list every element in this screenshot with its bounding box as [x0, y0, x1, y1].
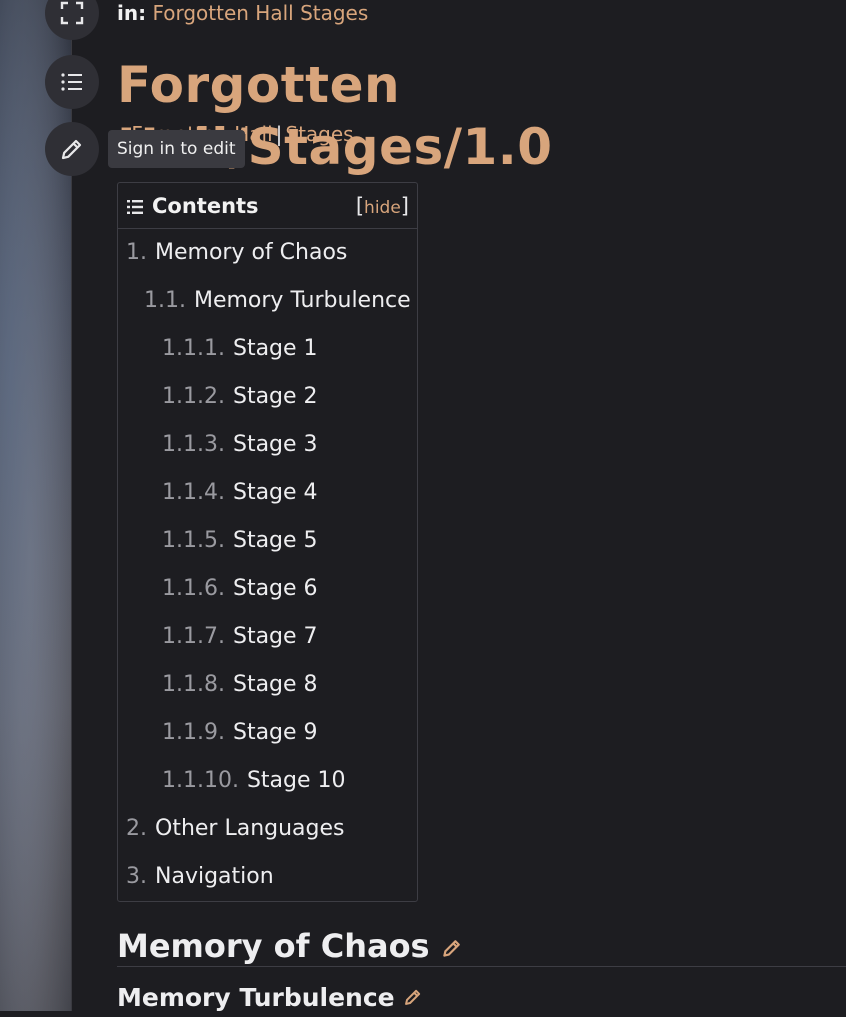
toc-label: Navigation: [155, 864, 274, 889]
toc-number: 1.1.8.: [162, 672, 225, 697]
toc-label: Stage 4: [232, 480, 318, 505]
list-icon: [61, 73, 82, 91]
section-heading-text: Memory of Chaos: [117, 927, 430, 965]
toc-label: Stage 1: [232, 336, 318, 361]
toc-number: 1.1.: [144, 288, 186, 313]
toc-number: 1.1.1.: [162, 336, 225, 361]
subsection-heading-text: Memory Turbulence: [117, 983, 395, 1012]
toc-label: Stage 9: [232, 720, 318, 745]
toc-item[interactable]: 1.1.7. Stage 7: [162, 622, 318, 652]
subsection-edit-button[interactable]: [403, 981, 423, 1017]
edit-button[interactable]: [45, 122, 99, 176]
toc-label: Stage 7: [232, 624, 318, 649]
toc-label: Stage 3: [232, 432, 318, 457]
toc-number: 1.1.5.: [162, 528, 225, 553]
toc-item[interactable]: 1.1.1. Stage 1: [162, 334, 318, 364]
toc-list-icon: [127, 200, 143, 214]
toc-label: Stage 5: [232, 528, 318, 553]
toc-item[interactable]: 1.1.10. Stage 10: [162, 766, 346, 796]
toc-label: Stage 10: [246, 768, 346, 793]
section-edit-button[interactable]: [441, 926, 463, 970]
toc-number: 2.: [126, 816, 147, 841]
toc-item[interactable]: 1.1.6. Stage 6: [162, 574, 318, 604]
toc-number: 1.1.3.: [162, 432, 225, 457]
toc-label: Stage 8: [232, 672, 318, 697]
toc-item[interactable]: 1.1.8. Stage 8: [162, 670, 318, 700]
in-label: in:: [117, 1, 147, 25]
toc-header: Contents [hide]: [118, 183, 417, 229]
breadcrumb-link-stages[interactable]: Stages: [285, 122, 353, 146]
toc-number: 1.1.6.: [162, 576, 225, 601]
toc-label: Memory of Chaos: [155, 240, 348, 265]
toc-label: Other Languages: [155, 816, 345, 841]
pencil-icon: [61, 139, 82, 160]
toc-number: 1.1.2.: [162, 384, 225, 409]
toc-title: Contents: [152, 194, 259, 218]
toc-item[interactable]: 1.1.9. Stage 9: [162, 718, 318, 748]
toc-number: 1.1.7.: [162, 624, 225, 649]
category-breadcrumb: in: Forgotten Hall Stages: [117, 0, 368, 26]
toc-item[interactable]: 1.1. Memory Turbulence: [144, 286, 411, 316]
section-heading: Memory of Chaos: [117, 924, 463, 970]
heading-divider: [117, 966, 846, 967]
toc-number: 3.: [126, 864, 147, 889]
toc-label: Stage 6: [232, 576, 318, 601]
toc-hide-toggle[interactable]: [hide]: [356, 194, 409, 218]
table-of-contents: Contents [hide] 1. Memory of Chaos 1.1. Me…: [117, 182, 418, 902]
toc-number: 1.1.4.: [162, 480, 225, 505]
toc-item[interactable]: 2. Other Languages: [126, 814, 345, 844]
toc-item[interactable]: 1. Memory of Chaos: [126, 238, 347, 268]
pencil-icon: [405, 989, 421, 1005]
toc-hide-link[interactable]: hide: [364, 198, 401, 218]
toc-number: 1.: [126, 240, 147, 265]
edit-tooltip: Sign in to edit: [108, 130, 245, 168]
toc-item[interactable]: 1.1.3. Stage 3: [162, 430, 318, 460]
toc-item[interactable]: 3. Navigation: [126, 862, 274, 892]
toc-label: Memory Turbulence: [193, 288, 411, 313]
fullscreen-icon: [60, 1, 84, 25]
subsection-heading: Memory Turbulence: [117, 980, 423, 1017]
pencil-icon: [443, 940, 460, 957]
toc-item[interactable]: 1.1.5. Stage 5: [162, 526, 318, 556]
toc-number: 1.1.9.: [162, 720, 225, 745]
toc-number: 1.1.10.: [162, 768, 239, 793]
toc-item[interactable]: 1.1.2. Stage 2: [162, 382, 318, 412]
toc-toggle-button[interactable]: [45, 55, 99, 109]
breadcrumb-separator: |: [275, 122, 283, 146]
category-link[interactable]: Forgotten Hall Stages: [152, 1, 368, 25]
toc-item[interactable]: 1.1.4. Stage 4: [162, 478, 318, 508]
toc-label: Stage 2: [232, 384, 318, 409]
